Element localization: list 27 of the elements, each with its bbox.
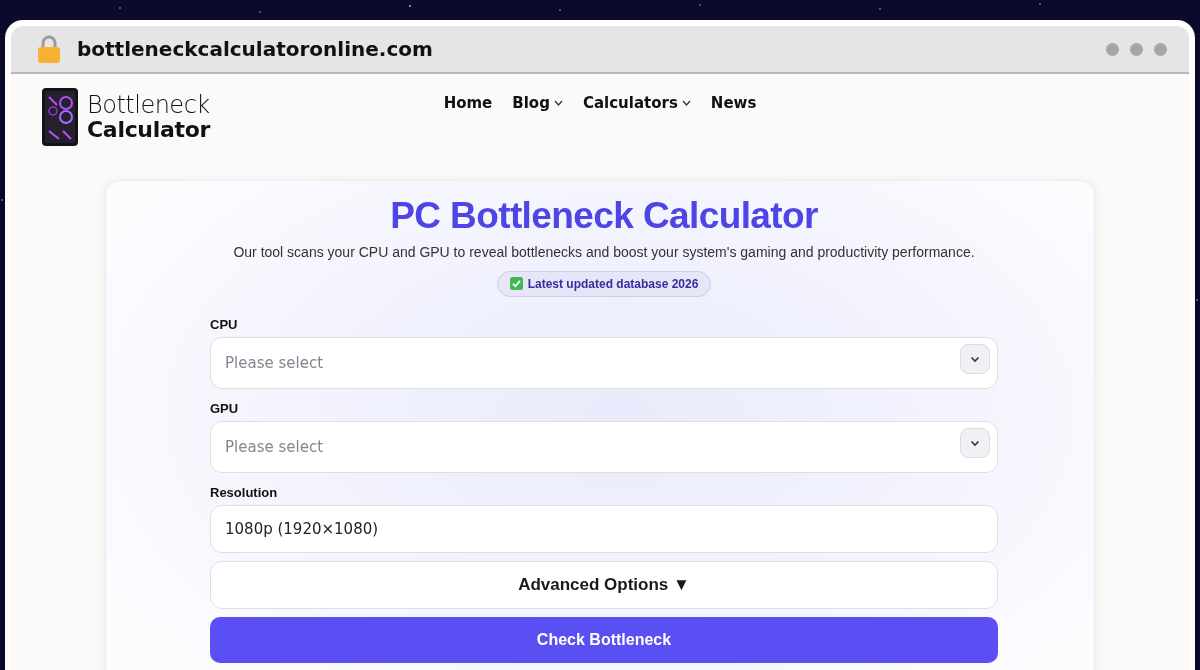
chevron-down-icon[interactable] bbox=[960, 343, 990, 374]
caret-icon bbox=[553, 100, 563, 106]
nav-link[interactable]: News bbox=[710, 94, 757, 112]
logo-text[interactable]: Bottleneck Calculator bbox=[87, 93, 211, 141]
advanced-options-button[interactable]: Advanced Options ▼ bbox=[210, 560, 998, 609]
check-icon bbox=[509, 277, 523, 291]
caret-icon bbox=[681, 100, 691, 106]
chevron-down-icon[interactable] bbox=[960, 427, 990, 458]
select-field[interactable]: Please select bbox=[210, 336, 998, 389]
select-field[interactable]: Please select bbox=[210, 420, 998, 473]
subtitle-text: Our tool scans your CPU and GPU to reveal bottlenecks and boost your system's gaming and productivity performance. bbox=[233, 243, 975, 260]
field-label: GPU bbox=[210, 400, 239, 416]
window-dot-icon[interactable] bbox=[1154, 42, 1167, 56]
field-label: CPU bbox=[210, 316, 238, 332]
badge-text: Latest updated database 2026 bbox=[527, 276, 699, 291]
window-dot-icon[interactable] bbox=[1106, 42, 1119, 56]
field-label: Resolution bbox=[210, 484, 278, 500]
input-field[interactable]: 1080p (1920×1080) bbox=[210, 504, 998, 553]
nav-link[interactable]: Home bbox=[443, 94, 493, 112]
nav-link[interactable]: Calculators bbox=[582, 94, 691, 112]
url-text[interactable]: bottleneckcalculatoronline.com bbox=[77, 37, 433, 61]
nav-link[interactable]: Blog bbox=[512, 94, 563, 112]
page-title: PC Bottleneck Calculator bbox=[390, 195, 818, 238]
lock-icon bbox=[37, 34, 61, 64]
pc-case-icon bbox=[41, 87, 79, 147]
check-bottleneck-button[interactable]: Check Bottleneck bbox=[210, 616, 998, 663]
window-dot-icon[interactable] bbox=[1130, 42, 1143, 56]
